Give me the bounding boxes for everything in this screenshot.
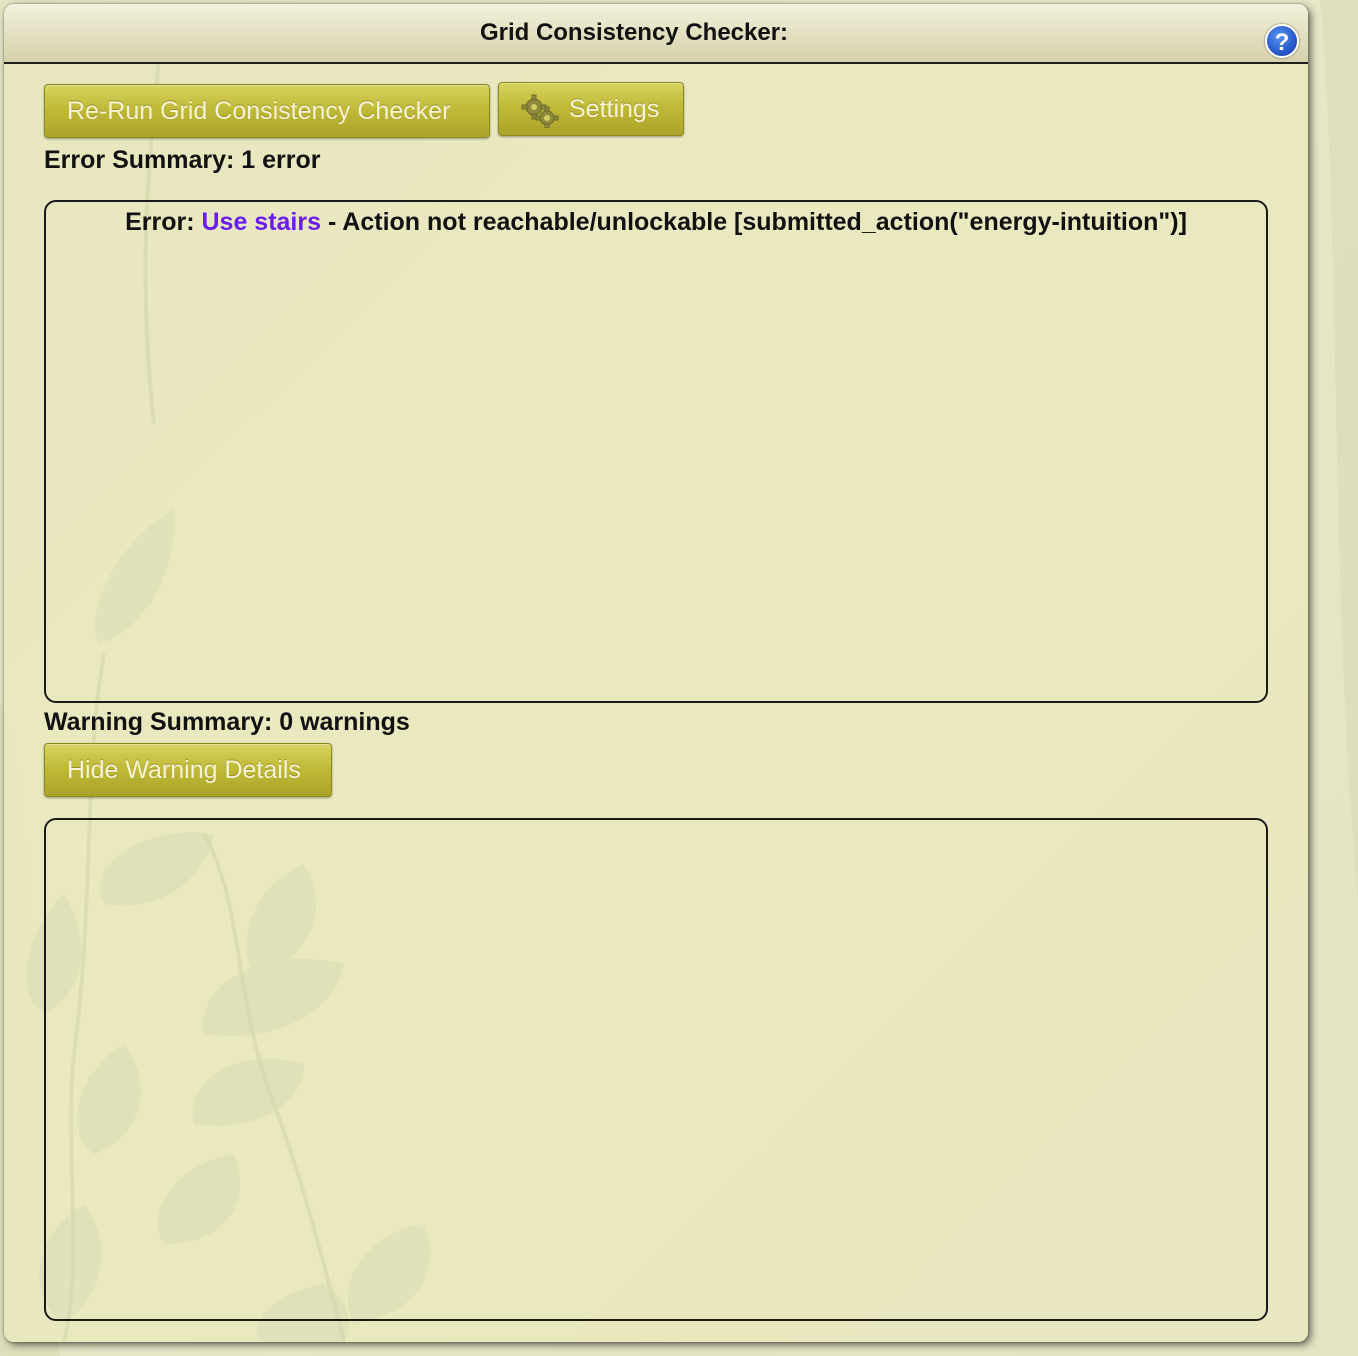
rerun-checker-button[interactable]: Re-Run Grid Consistency Checker: [44, 84, 490, 138]
gears-icon: [521, 94, 559, 129]
dialog-title-bar: Grid Consistency Checker: ?: [4, 4, 1308, 64]
hide-warning-details-button[interactable]: Hide Warning Details: [44, 743, 332, 797]
error-details-panel: Error: Use stairs - Action not reachable…: [44, 200, 1268, 703]
error-action-link[interactable]: Use stairs: [201, 208, 321, 236]
error-item: Error: Use stairs - Action not reachable…: [46, 208, 1266, 237]
help-question-icon[interactable]: ?: [1265, 24, 1299, 58]
settings-button-label: Settings: [569, 95, 660, 123]
error-message: - Action not reachable/unlockable [submi…: [327, 208, 1187, 236]
grid-consistency-checker-dialog: Grid Consistency Checker: ? Re-Run Grid …: [4, 4, 1308, 1342]
dialog-title: Grid Consistency Checker:: [479, 19, 789, 46]
error-summary: Error Summary: 1 error: [44, 146, 321, 174]
warning-details-panel: [44, 818, 1268, 1321]
error-prefix: Error:: [125, 208, 195, 236]
warning-summary: Warning Summary: 0 warnings: [44, 708, 410, 736]
settings-button[interactable]: Settings: [498, 82, 684, 136]
